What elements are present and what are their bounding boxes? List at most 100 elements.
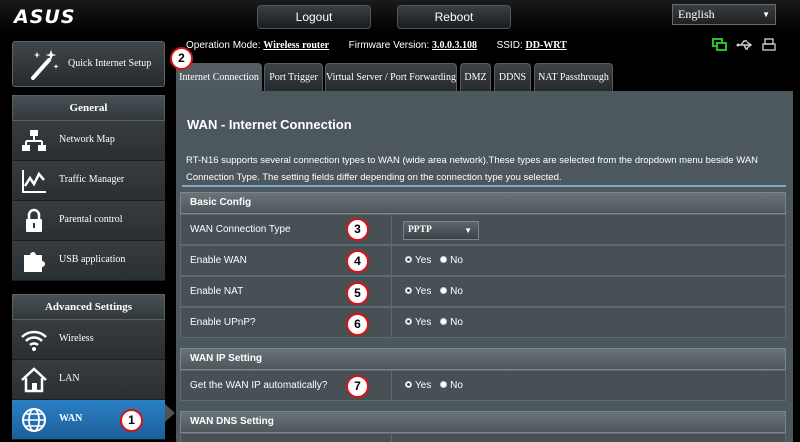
wifi-icon — [21, 330, 47, 351]
status-line: Operation Mode: Wireless router Firmware… — [186, 40, 567, 51]
basic-config-header: Basic Config — [180, 192, 786, 214]
radio-empty-icon — [440, 256, 448, 263]
sidebar-item-label: Network Map — [59, 134, 115, 145]
language-select[interactable]: English ▼ — [672, 4, 776, 25]
globe-icon — [22, 408, 46, 432]
callout-2: 2 — [170, 47, 193, 70]
radio-empty-icon — [440, 287, 448, 294]
radio-selected-icon — [405, 256, 412, 263]
radio-label: No — [450, 286, 463, 297]
chevron-down-icon: ▼ — [464, 226, 472, 235]
ssid-link[interactable]: DD-WRT — [526, 40, 567, 51]
enable-upnp-row: Enable UPnP? Yes No — [180, 307, 786, 338]
quick-internet-setup-label: Quick Internet Setup — [68, 58, 152, 69]
wan-connection-type-label: WAN Connection Type — [190, 224, 291, 235]
radio-selected-icon — [405, 381, 412, 388]
wan-dns-setting-header: WAN DNS Setting — [180, 411, 786, 433]
home-icon — [21, 367, 47, 393]
operation-mode-label: Operation Mode: — [186, 40, 261, 51]
radio-label: Yes — [415, 286, 432, 297]
radio-empty-icon — [440, 381, 448, 388]
radio-empty-icon — [440, 318, 448, 325]
advanced-settings-title: Advanced Settings — [12, 294, 165, 320]
enable-nat-radios: Yes No — [405, 286, 469, 297]
callout-4: 4 — [346, 250, 369, 273]
radio-label: Yes — [415, 255, 432, 266]
sidebar-item-label: Parental control — [59, 214, 123, 225]
puzzle-icon — [24, 252, 45, 272]
sidebar-item-lan[interactable]: LAN — [12, 360, 165, 400]
general-title: General — [12, 95, 165, 121]
ssid-label: SSID: — [496, 40, 523, 51]
wan-connection-type-row: WAN Connection Type PPTP ▼ — [180, 214, 786, 245]
page-description: RT-N16 supports several connection types… — [186, 155, 759, 183]
sidebar: Quick Internet Setup General Network Map… — [0, 33, 172, 442]
sidebar-item-usb-application[interactable]: USB application — [12, 241, 165, 281]
sidebar-item-traffic-manager[interactable]: Traffic Manager — [12, 161, 165, 201]
sidebar-item-label: WAN — [59, 413, 83, 424]
enable-nat-row: Enable NAT Yes No — [180, 276, 786, 307]
enable-wan-label: Enable WAN — [190, 255, 247, 266]
top-bar: ASUS Logout Reboot English ▼ — [0, 0, 800, 33]
logout-button[interactable]: Logout — [257, 5, 371, 29]
radio-label: Yes — [415, 380, 432, 391]
radio-label: No — [450, 317, 463, 328]
usb-icon[interactable] — [736, 38, 754, 57]
enable-wan-row: Enable WAN Yes No — [180, 245, 786, 276]
quick-internet-setup-button[interactable]: Quick Internet Setup — [12, 41, 165, 87]
internet-status-icon[interactable] — [712, 38, 728, 57]
tab-nat-passthrough[interactable]: NAT Passthrough — [534, 63, 613, 92]
wan-connection-type-select[interactable]: PPTP ▼ — [403, 221, 479, 240]
page-title: WAN - Internet Connection — [187, 117, 352, 132]
enable-upnp-radios: Yes No — [405, 317, 469, 328]
tab-virtual-server[interactable]: Virtual Server / Port Forwarding — [325, 63, 457, 92]
wan-ip-auto-row: Get the WAN IP automatically? Yes No — [180, 370, 786, 401]
enable-wan-no[interactable]: No — [440, 255, 463, 266]
callout-3: 3 — [346, 218, 369, 241]
tab-internet-connection[interactable]: Internet Connection — [176, 63, 262, 92]
network-map-icon — [22, 130, 46, 151]
wan-ip-auto-radios: Yes No — [405, 380, 469, 391]
wan-ip-auto-label: Get the WAN IP automatically? — [190, 380, 328, 391]
sidebar-item-parental-control[interactable]: Parental control — [12, 201, 165, 241]
chevron-down-icon: ▼ — [762, 10, 770, 19]
callout-5: 5 — [346, 282, 369, 305]
radio-selected-icon — [405, 318, 412, 325]
tab-ddns[interactable]: DDNS — [494, 63, 531, 92]
enable-wan-yes[interactable]: Yes — [405, 255, 431, 266]
language-value: English — [678, 7, 715, 21]
sidebar-item-label: USB application — [59, 254, 126, 265]
enable-wan-radios: Yes No — [405, 255, 469, 266]
enable-upnp-yes[interactable]: Yes — [405, 317, 431, 328]
tab-dmz[interactable]: DMZ — [460, 63, 491, 92]
title-divider — [182, 185, 786, 187]
reboot-button[interactable]: Reboot — [397, 5, 511, 29]
enable-upnp-no[interactable]: No — [440, 317, 463, 328]
enable-upnp-label: Enable UPnP? — [190, 317, 256, 328]
printer-icon[interactable] — [762, 38, 776, 57]
wan-dns-row-partial — [180, 433, 786, 442]
asus-logo: ASUS — [14, 6, 76, 28]
wan-connection-type-value: PPTP — [408, 225, 432, 235]
sidebar-item-wireless[interactable]: Wireless — [12, 320, 165, 360]
magic-wand-icon — [31, 50, 59, 80]
callout-7: 7 — [346, 375, 369, 398]
firmware-link[interactable]: 3.0.0.3.108 — [432, 40, 477, 51]
callout-1: 1 — [120, 409, 143, 432]
sidebar-item-label: LAN — [59, 373, 80, 384]
tab-port-trigger[interactable]: Port Trigger — [264, 63, 323, 92]
enable-nat-yes[interactable]: Yes — [405, 286, 431, 297]
firmware-label: Firmware Version: — [348, 40, 430, 51]
lock-icon — [26, 208, 42, 232]
wan-ip-auto-yes[interactable]: Yes — [405, 380, 431, 391]
wan-ip-setting-header: WAN IP Setting — [180, 348, 786, 370]
operation-mode-link[interactable]: Wireless router — [263, 40, 329, 51]
callout-6: 6 — [346, 313, 369, 336]
wan-ip-auto-no[interactable]: No — [440, 380, 463, 391]
general-group: General Network Map Traffic Manager Pare… — [12, 95, 165, 281]
sidebar-item-network-map[interactable]: Network Map — [12, 121, 165, 161]
enable-nat-no[interactable]: No — [440, 286, 463, 297]
sidebar-item-label: Traffic Manager — [59, 174, 125, 185]
main-panel: WAN - Internet Connection RT-N16 support… — [176, 91, 793, 442]
radio-selected-icon — [405, 287, 412, 294]
